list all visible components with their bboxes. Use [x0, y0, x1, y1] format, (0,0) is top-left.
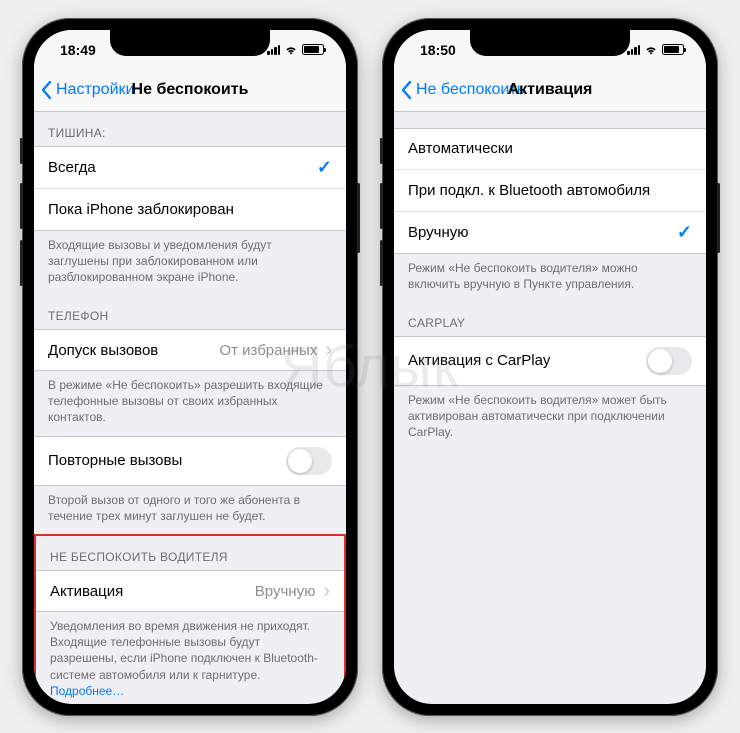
status-time: 18:50 [420, 42, 456, 58]
section-footer: В режиме «Не беспокоить» разрешить входя… [34, 371, 346, 436]
section-footer: Второй вызов от одного и того же абонент… [34, 486, 346, 534]
battery-icon [302, 44, 324, 55]
chevron-right-icon: › [325, 340, 332, 360]
row-label: При подкл. к Bluetooth автомобиля [408, 182, 650, 199]
phone-left: 18:49 Настройки Не беспокоить ТИШИНА: Вс… [22, 18, 358, 716]
row-detail: От избранных [158, 342, 317, 359]
signal-icon [267, 44, 280, 55]
row-activate[interactable]: Активация Вручную › [36, 570, 344, 612]
row-carplay-activate[interactable]: Активация с CarPlay [394, 336, 706, 386]
section-header-silence: ТИШИНА: [34, 112, 346, 146]
back-button[interactable]: Настройки [40, 80, 134, 100]
row-label: Всегда [48, 159, 96, 176]
row-silence-always[interactable]: Всегда ✓ [34, 146, 346, 189]
learn-more-link[interactable]: Подробнее… [50, 684, 124, 698]
back-button[interactable]: Не беспокоить [400, 80, 525, 100]
section-header-carplay: CARPLAY [394, 302, 706, 336]
notch [110, 30, 270, 56]
row-label: Активация [50, 583, 123, 600]
toggle-repeated-calls[interactable] [286, 447, 332, 475]
section-footer: Входящие вызовы и уведомления будут загл… [34, 231, 346, 296]
wifi-icon [644, 43, 658, 57]
back-label: Настройки [56, 81, 134, 99]
row-label: Повторные вызовы [48, 452, 182, 469]
phone-right: 18:50 Не беспокоить Активация Автоматиче… [382, 18, 718, 716]
check-icon: ✓ [677, 222, 692, 243]
section-footer: Режим «Не беспокоить водителя» можно вкл… [394, 254, 706, 302]
chevron-left-icon [40, 80, 52, 100]
row-detail: Вручную [123, 583, 315, 600]
battery-icon [662, 44, 684, 55]
nav-bar: Не беспокоить Активация [394, 70, 706, 112]
check-icon: ✓ [317, 157, 332, 178]
wifi-icon [284, 43, 298, 57]
section-header-driving: НЕ БЕСПОКОИТЬ ВОДИТЕЛЯ [36, 536, 344, 570]
chevron-right-icon: › [323, 581, 330, 601]
section-footer: Режим «Не беспокоить водителя» может быт… [394, 386, 706, 451]
page-title: Не беспокоить [132, 81, 249, 99]
toggle-carplay[interactable] [646, 347, 692, 375]
row-label: Допуск вызовов [48, 342, 158, 359]
notch [470, 30, 630, 56]
status-time: 18:49 [60, 42, 96, 58]
row-label: Пока iPhone заблокирован [48, 201, 234, 218]
row-repeated-calls[interactable]: Повторные вызовы [34, 436, 346, 486]
row-silence-locked[interactable]: Пока iPhone заблокирован [34, 189, 346, 231]
row-option-manual[interactable]: Вручную ✓ [394, 212, 706, 254]
chevron-left-icon [400, 80, 412, 100]
row-option-auto[interactable]: Автоматически [394, 128, 706, 170]
section-footer: Уведомления во время движения не приходя… [36, 612, 344, 704]
row-option-bluetooth[interactable]: При подкл. к Bluetooth автомобиля [394, 170, 706, 212]
row-label: Активация с CarPlay [408, 352, 550, 369]
signal-icon [627, 44, 640, 55]
row-label: Автоматически [408, 140, 513, 157]
row-allow-calls[interactable]: Допуск вызовов От избранных › [34, 329, 346, 371]
nav-bar: Настройки Не беспокоить [34, 70, 346, 112]
page-title: Активация [508, 81, 593, 99]
section-header-phone: ТЕЛЕФОН [34, 295, 346, 329]
highlight-driving-section: НЕ БЕСПОКОИТЬ ВОДИТЕЛЯ Активация Вручную… [34, 534, 346, 704]
row-label: Вручную [408, 224, 469, 241]
